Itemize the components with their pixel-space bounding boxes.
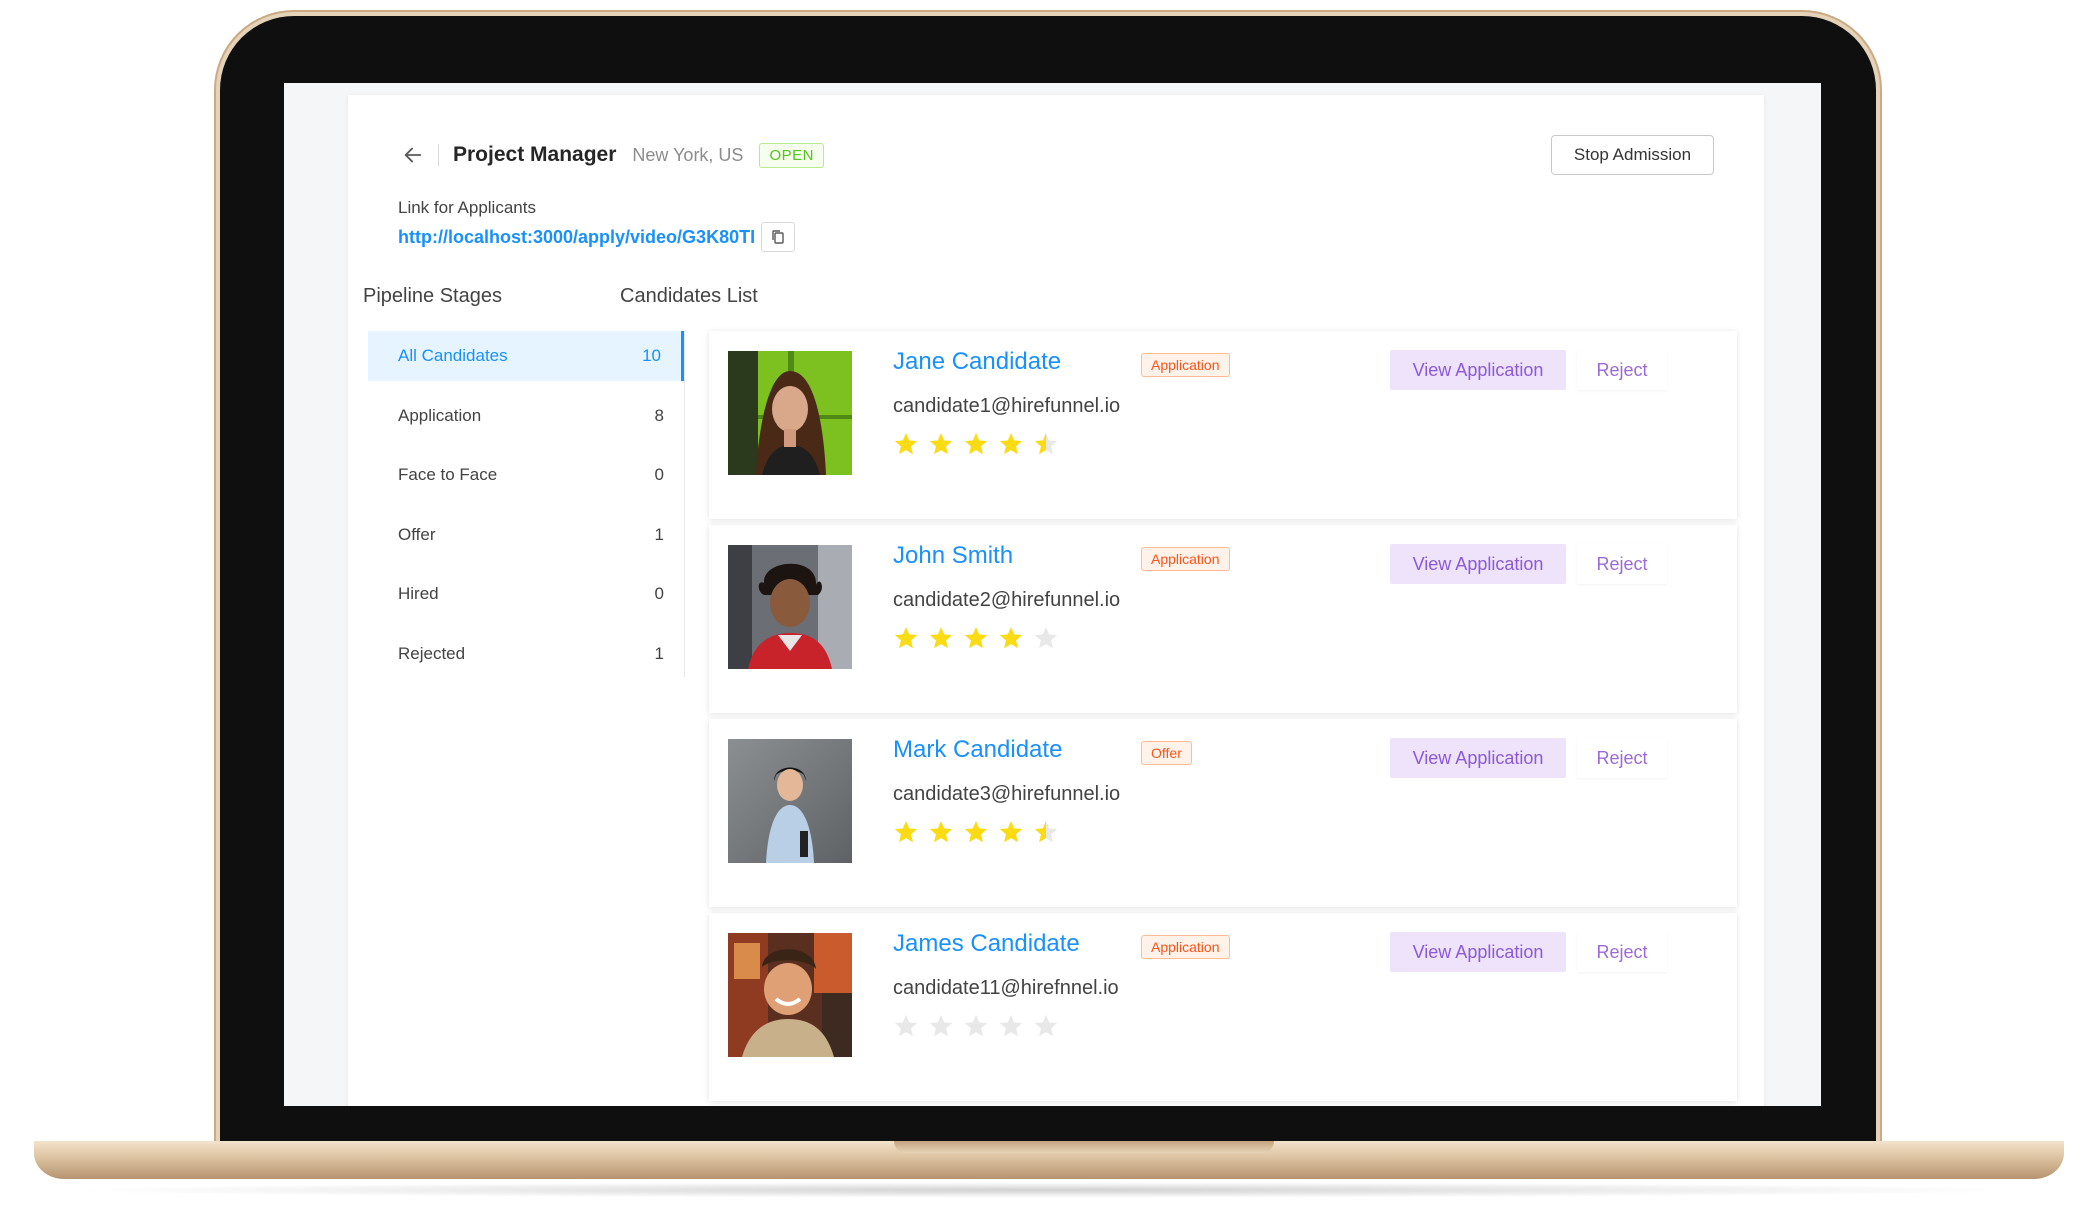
star-icon[interactable]: [1033, 1013, 1059, 1039]
stage-count: 1: [654, 643, 664, 663]
stage-count: 10: [642, 346, 661, 365]
candidate-email: candidate2@hirefunnel.io: [893, 589, 1121, 611]
candidates-list: Jane Candidate Application candidate1@hi…: [709, 331, 1737, 1106]
star-icon[interactable]: [893, 1013, 919, 1039]
star-icon[interactable]: [998, 1013, 1024, 1039]
stage-count: 0: [654, 584, 664, 603]
candidate-name[interactable]: John Smith: [893, 542, 1013, 570]
stage-offer[interactable]: Offer 1: [368, 510, 684, 560]
laptop-shadow: [60, 1182, 2036, 1198]
star-icon[interactable]: [963, 1013, 989, 1039]
job-detail-card: Project Manager New York, US OPEN Stop A…: [348, 95, 1764, 1106]
pipeline-stages-title: Pipeline Stages: [363, 285, 502, 307]
reject-button[interactable]: Reject: [1577, 738, 1667, 778]
candidate-photo[interactable]: [728, 739, 852, 863]
star-icon[interactable]: [893, 819, 919, 845]
applicant-link-label: Link for Applicants: [398, 198, 536, 217]
stage-label: All Candidates: [398, 346, 508, 365]
candidate-name[interactable]: James Candidate: [893, 930, 1080, 958]
candidate-stage-tag: Application: [1141, 935, 1230, 959]
status-badge: OPEN: [759, 142, 824, 168]
candidate-name[interactable]: Jane Candidate: [893, 348, 1061, 376]
applicant-link[interactable]: http://localhost:3000/apply/video/G3K80T…: [398, 227, 755, 248]
pipeline-stages-list: All Candidates 10 Application 8 Face to …: [368, 331, 685, 677]
candidate-card: Jane Candidate Application candidate1@hi…: [709, 331, 1737, 519]
view-application-button[interactable]: View Application: [1390, 544, 1566, 584]
star-icon[interactable]: [1033, 819, 1059, 845]
stage-rejected[interactable]: Rejected 1: [368, 629, 684, 679]
candidate-email: candidate1@hirefunnel.io: [893, 395, 1121, 417]
copy-link-button[interactable]: [761, 222, 796, 252]
laptop-hinge-notch: [894, 1141, 1274, 1153]
stage-all-candidates[interactable]: All Candidates 10: [368, 331, 684, 381]
candidate-name[interactable]: Mark Candidate: [893, 736, 1062, 764]
stage-label: Face to Face: [398, 465, 498, 484]
candidate-stage-tag: Offer: [1141, 741, 1192, 765]
copy-icon: [772, 230, 784, 244]
star-icon[interactable]: [928, 1013, 954, 1039]
star-rating[interactable]: [893, 819, 1068, 845]
candidate-photo[interactable]: [728, 351, 852, 475]
candidate-email: candidate11@hirefnnel.io: [893, 977, 1119, 999]
job-header: Project Manager New York, US OPEN: [398, 135, 824, 175]
stage-hired[interactable]: Hired 0: [368, 569, 684, 619]
candidate-photo[interactable]: [728, 545, 852, 669]
stage-application[interactable]: Application 8: [368, 391, 684, 441]
stage-label: Offer: [398, 524, 436, 544]
star-icon[interactable]: [1033, 431, 1059, 457]
star-icon[interactable]: [998, 431, 1024, 457]
reject-button[interactable]: Reject: [1577, 544, 1667, 584]
star-icon[interactable]: [928, 431, 954, 457]
star-icon[interactable]: [963, 819, 989, 845]
star-rating[interactable]: [893, 625, 1068, 651]
star-icon[interactable]: [1033, 625, 1059, 651]
stage-label: Rejected: [398, 643, 466, 663]
stage-label: Application: [398, 405, 482, 425]
reject-button[interactable]: Reject: [1577, 932, 1667, 972]
view-application-button[interactable]: View Application: [1390, 350, 1566, 390]
candidate-stage-tag: Application: [1141, 353, 1230, 377]
star-icon[interactable]: [893, 625, 919, 651]
star-icon[interactable]: [998, 625, 1024, 651]
laptop-screen: Project Manager New York, US OPEN Stop A…: [284, 83, 1821, 1106]
star-icon[interactable]: [893, 431, 919, 457]
stage-count: 8: [654, 405, 664, 425]
star-rating[interactable]: [893, 431, 1068, 457]
candidate-card: James Candidate Application candidate11@…: [709, 913, 1737, 1101]
candidates-list-title: Candidates List: [620, 285, 758, 307]
page-title: Project Manager: [453, 143, 617, 166]
star-icon[interactable]: [963, 431, 989, 457]
stage-count: 0: [654, 465, 664, 484]
stop-admission-button[interactable]: Stop Admission: [1551, 135, 1714, 175]
star-icon[interactable]: [928, 625, 954, 651]
stage-face-to-face[interactable]: Face to Face 0: [368, 450, 684, 500]
candidate-email: candidate3@hirefunnel.io: [893, 783, 1121, 805]
header-divider: [438, 144, 439, 166]
star-icon[interactable]: [928, 819, 954, 845]
star-icon[interactable]: [998, 819, 1024, 845]
candidate-card: Mark Candidate Offer candidate3@hirefunn…: [709, 719, 1737, 907]
candidate-stage-tag: Application: [1141, 547, 1230, 571]
view-application-button[interactable]: View Application: [1390, 738, 1566, 778]
stage-count: 1: [654, 524, 664, 544]
star-rating[interactable]: [893, 1013, 1068, 1039]
applicant-link-row: http://localhost:3000/apply/video/G3K80T…: [398, 222, 796, 252]
reject-button[interactable]: Reject: [1577, 350, 1667, 390]
candidate-photo[interactable]: [728, 933, 852, 1057]
job-location: New York, US: [632, 144, 744, 165]
view-application-button[interactable]: View Application: [1390, 932, 1566, 972]
arrow-left-icon[interactable]: [398, 140, 428, 170]
candidate-card: John Smith Application candidate2@hirefu…: [709, 525, 1737, 713]
stage-label: Hired: [398, 584, 439, 603]
laptop-base: [34, 1141, 2064, 1179]
star-icon[interactable]: [963, 625, 989, 651]
